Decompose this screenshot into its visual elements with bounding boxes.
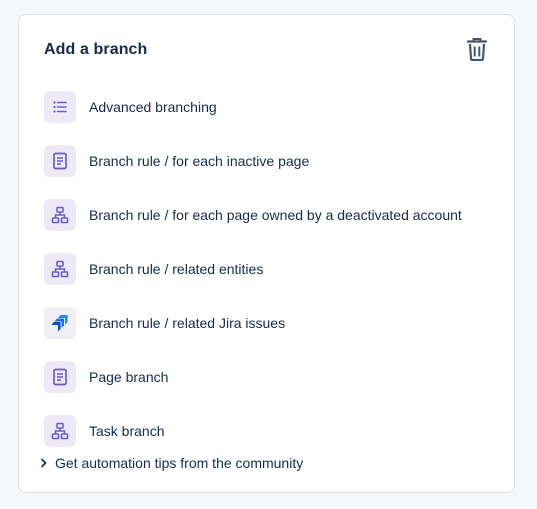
trash-icon (466, 37, 488, 61)
option-task-branch[interactable]: Task branch (44, 404, 504, 458)
option-advanced-branching[interactable]: Advanced branching (44, 80, 504, 134)
panel-title: Add a branch (44, 41, 148, 58)
option-inactive-page[interactable]: Branch rule / for each inactive page (44, 134, 504, 188)
option-label: Task branch (89, 423, 165, 439)
hierarchy-icon (44, 415, 76, 447)
branch-options-list: Advanced branching Branch rule / for eac… (44, 81, 504, 458)
option-label: Page branch (89, 369, 169, 385)
page-icon (44, 145, 76, 177)
hierarchy-icon (44, 199, 76, 231)
option-related-jira-issues[interactable]: Branch rule / related Jira issues (44, 296, 504, 350)
option-deactivated-account[interactable]: Branch rule / for each page owned by a d… (44, 188, 504, 242)
panel-header: Add a branch (44, 35, 489, 65)
option-page-branch[interactable]: Page branch (44, 350, 504, 404)
list-icon (44, 91, 76, 123)
community-tips-label: Get automation tips from the community (55, 455, 304, 471)
option-label: Advanced branching (89, 99, 217, 115)
option-related-entities[interactable]: Branch rule / related entities (44, 242, 504, 296)
add-branch-panel: Add a branch Advanced branching Branch r… (18, 14, 515, 493)
hierarchy-icon (44, 253, 76, 285)
option-label: Branch rule / for each page owned by a d… (89, 207, 462, 223)
chevron-right-icon (38, 457, 50, 469)
option-label: Branch rule / related Jira issues (89, 315, 286, 331)
page-icon (44, 361, 76, 393)
community-tips-link[interactable]: Get automation tips from the community (38, 453, 303, 473)
jira-icon (44, 307, 76, 339)
option-label: Branch rule / for each inactive page (89, 153, 310, 169)
option-label: Branch rule / related entities (89, 261, 264, 277)
delete-button[interactable] (463, 35, 491, 63)
